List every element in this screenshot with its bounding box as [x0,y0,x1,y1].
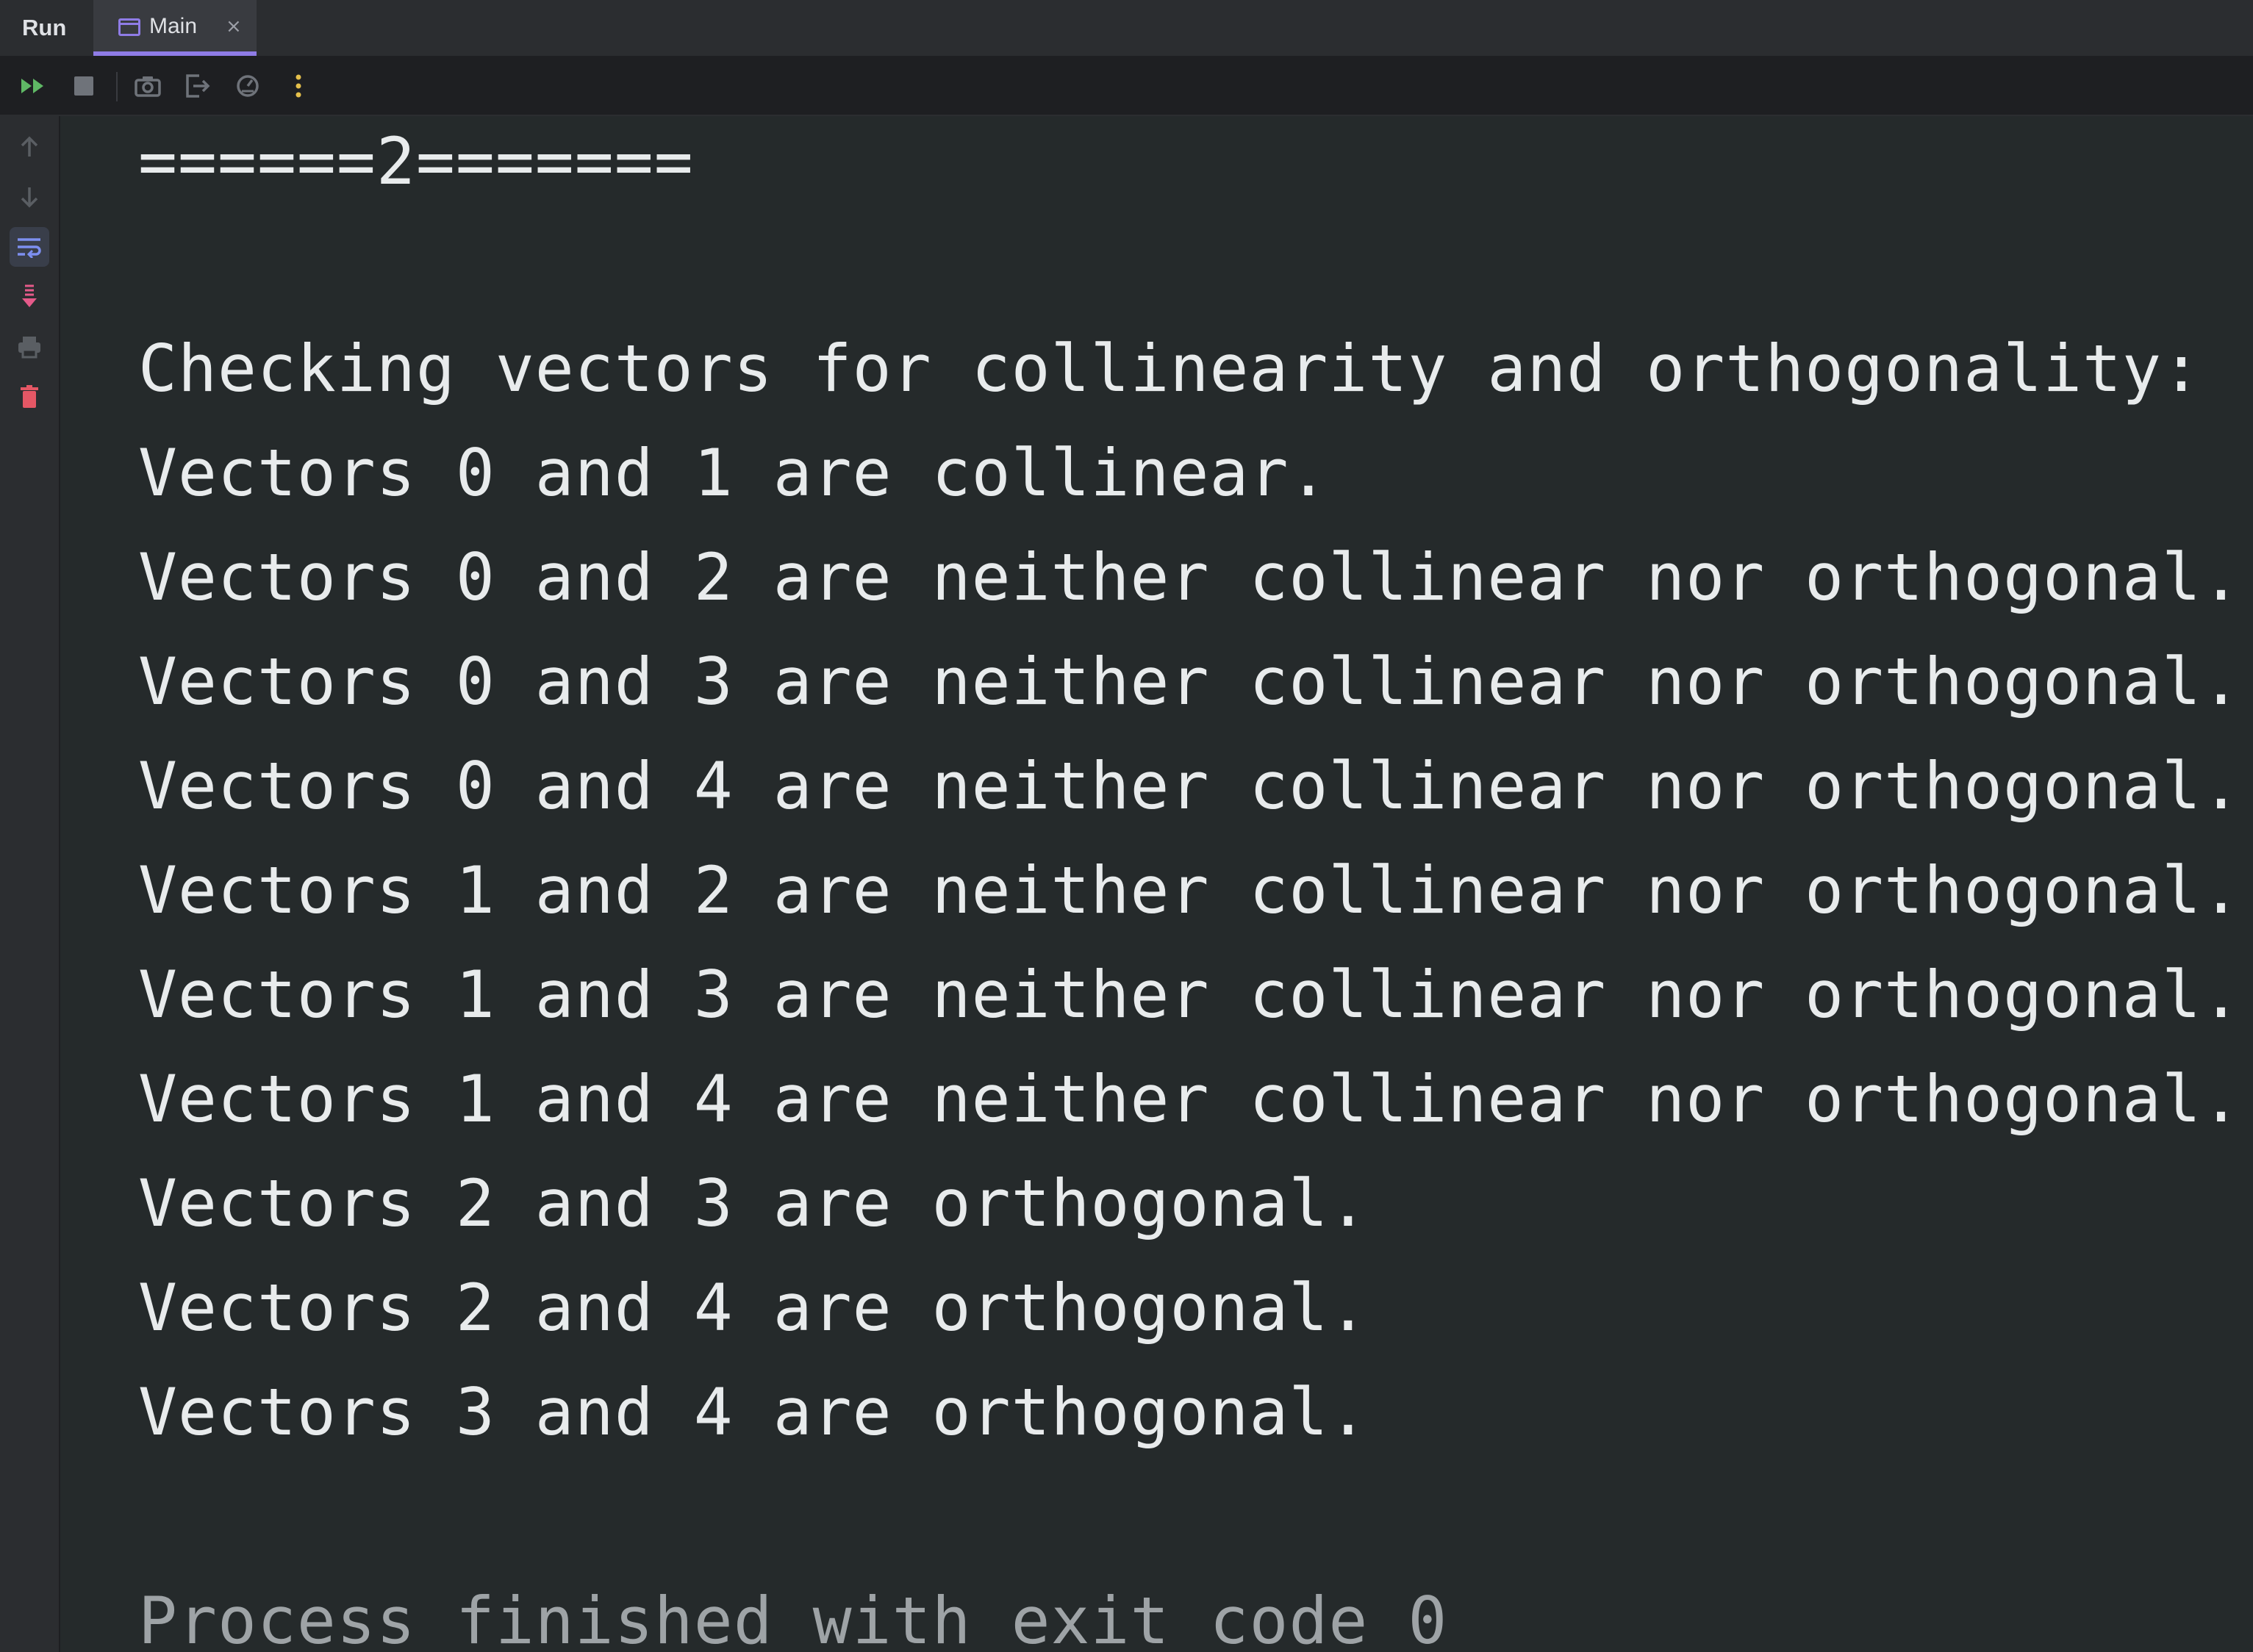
arrow-down-icon [21,187,38,208]
console-line: Vectors 0 and 1 are collinear. [138,435,1329,511]
profiler-button[interactable] [231,57,265,115]
soft-wrap-button[interactable] [10,227,49,267]
console-window-icon [118,18,140,36]
screenshot-button[interactable] [131,57,165,115]
scroll-to-end-button[interactable] [10,277,49,317]
stop-button[interactable] [68,57,100,115]
stop-square-icon [74,76,93,96]
tool-window-header: Run Main × [0,0,2253,57]
console-line: Vectors 1 and 4 are neither collinear no… [138,1061,2241,1137]
tab-label: Main [149,14,198,38]
arrow-up-icon [21,136,38,157]
exit-door-icon [186,74,210,98]
console-line: ======2======= [138,123,694,199]
print-button[interactable] [10,327,49,367]
rerun-button[interactable] [16,57,50,115]
toolbar-separator [116,72,118,101]
soft-wrap-icon [18,238,41,258]
console-line: Vectors 0 and 4 are neither collinear no… [138,748,2241,824]
double-play-icon [21,79,43,93]
gauge-icon [237,75,259,97]
console-line: Checking vectors for collinearity and or… [138,331,2202,406]
tab-main[interactable]: Main × [93,0,257,56]
scroll-down-button[interactable] [10,177,49,217]
close-icon[interactable]: × [226,0,242,53]
console-line: Vectors 0 and 3 are neither collinear no… [138,644,2241,719]
console-line: Vectors 0 and 2 are neither collinear no… [138,539,2241,615]
scroll-to-end-icon [22,284,37,307]
console-line: Vectors 2 and 3 are orthogonal. [138,1166,1369,1241]
console-line: Vectors 1 and 2 are neither collinear no… [138,852,2241,928]
scroll-up-button[interactable] [10,127,49,167]
tool-window-title: Run [22,15,67,40]
trash-icon [21,385,38,408]
run-tool-window: Run Main × ======2======= Checking vecto… [0,0,2253,1652]
camera-icon [135,76,161,97]
console-gutter [0,116,60,1652]
more-button[interactable] [284,57,313,115]
console-line: Vectors 2 and 4 are orthogonal. [138,1270,1369,1346]
exit-button[interactable] [181,57,215,115]
console-output[interactable]: ======2======= Checking vectors for coll… [62,116,2253,1652]
tab-active-indicator [93,51,257,56]
process-exit-message: Process finished with exit code 0 [138,1583,1448,1652]
console-line: Vectors 1 and 3 are neither collinear no… [138,957,2241,1032]
kebab-menu-icon [295,74,301,98]
console-line: Vectors 3 and 4 are orthogonal. [138,1374,1369,1450]
clear-all-button[interactable] [10,377,49,417]
run-toolbar [0,57,2253,116]
printer-icon [18,337,40,359]
